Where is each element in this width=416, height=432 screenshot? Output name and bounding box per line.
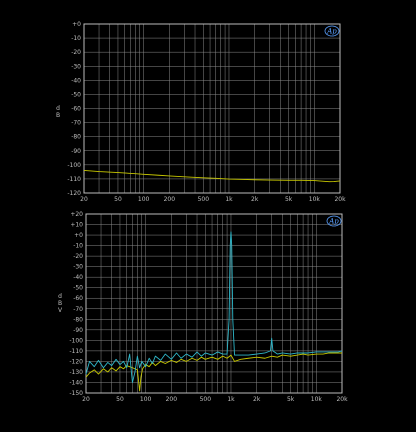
y-axis-unit-label: B <box>56 112 60 119</box>
y-tick-label: -10 <box>73 243 83 250</box>
y-tick-label: -30 <box>73 264 83 271</box>
y-tick-label: -40 <box>71 77 81 84</box>
y-tick-label: -80 <box>71 134 81 141</box>
y-axis-unit-label: d <box>56 105 60 112</box>
y-tick-label: +20 <box>70 211 83 218</box>
y-tick-label: -60 <box>71 106 81 113</box>
x-tick-label: 10k <box>311 396 323 403</box>
x-tick-label: 20k <box>334 196 346 203</box>
x-tick-label: 5k <box>285 196 293 203</box>
y-tick-label: -110 <box>67 176 81 183</box>
x-tick-label: 200 <box>164 196 176 203</box>
ap-logo-text: Ap <box>326 28 337 36</box>
x-tick-label: 20 <box>80 196 88 203</box>
x-tick-label: 1k <box>227 396 235 403</box>
y-tick-label: -10 <box>71 35 81 42</box>
y-tick-label: -110 <box>69 348 83 355</box>
y-tick-label: -60 <box>73 295 83 302</box>
analyzer-window: +0 -10 -20 -30 -40 -50 -60 -70 -80 -90 -100 -110 -12… <box>0 0 416 432</box>
y-axis-unit-label: V <box>58 307 63 314</box>
x-tick-label: 50 <box>114 196 122 203</box>
y-tick-label: -100 <box>69 337 83 344</box>
y-tick-label: -20 <box>71 49 81 56</box>
x-tick-label: 1k <box>225 196 233 203</box>
x-tick-label: 20k <box>336 396 348 403</box>
x-tick-label: 2k <box>251 196 259 203</box>
y-tick-label: -30 <box>71 63 81 70</box>
y-tick-label: -40 <box>73 274 83 281</box>
x-tick-label: 5k <box>287 396 295 403</box>
y-tick-label: -120 <box>67 190 81 197</box>
y-tick-label: -50 <box>71 91 81 98</box>
y-tick-label: -90 <box>71 148 81 155</box>
ap-logo-text: Ap <box>328 218 339 226</box>
y-tick-label: -70 <box>73 306 83 313</box>
y-tick-label: -50 <box>73 285 83 292</box>
y-tick-label: +0 <box>74 232 83 239</box>
chart-canvas: +0 -10 -20 -30 -40 -50 -60 -70 -80 -90 -100 -110 -12… <box>56 21 348 403</box>
y-tick-label: -90 <box>73 327 83 334</box>
y-tick-label: -80 <box>73 316 83 323</box>
y-tick-label: -120 <box>69 358 83 365</box>
x-tick-label: 2k <box>253 396 261 403</box>
y-tick-label: -100 <box>67 162 81 169</box>
y-tick-label: -150 <box>69 390 83 397</box>
x-tick-label: 100 <box>140 396 152 403</box>
x-tick-label: 500 <box>198 196 210 203</box>
x-tick-label: 50 <box>116 396 124 403</box>
y-tick-label: -20 <box>73 253 83 260</box>
y-tick-label: -130 <box>69 369 83 376</box>
x-tick-label: 10k <box>309 196 321 203</box>
x-tick-label: 500 <box>200 396 212 403</box>
y-axis-unit-label: d <box>58 293 62 300</box>
y-tick-label: +10 <box>70 222 83 229</box>
y-tick-label: -70 <box>71 120 81 127</box>
x-tick-label: 200 <box>166 396 178 403</box>
y-tick-label: -140 <box>69 379 83 386</box>
y-tick-label: +0 <box>72 21 81 28</box>
x-tick-label: 100 <box>138 196 150 203</box>
x-tick-label: 20 <box>82 396 90 403</box>
plot-area-2 <box>86 214 342 393</box>
y-axis-unit-label: B <box>58 300 62 307</box>
